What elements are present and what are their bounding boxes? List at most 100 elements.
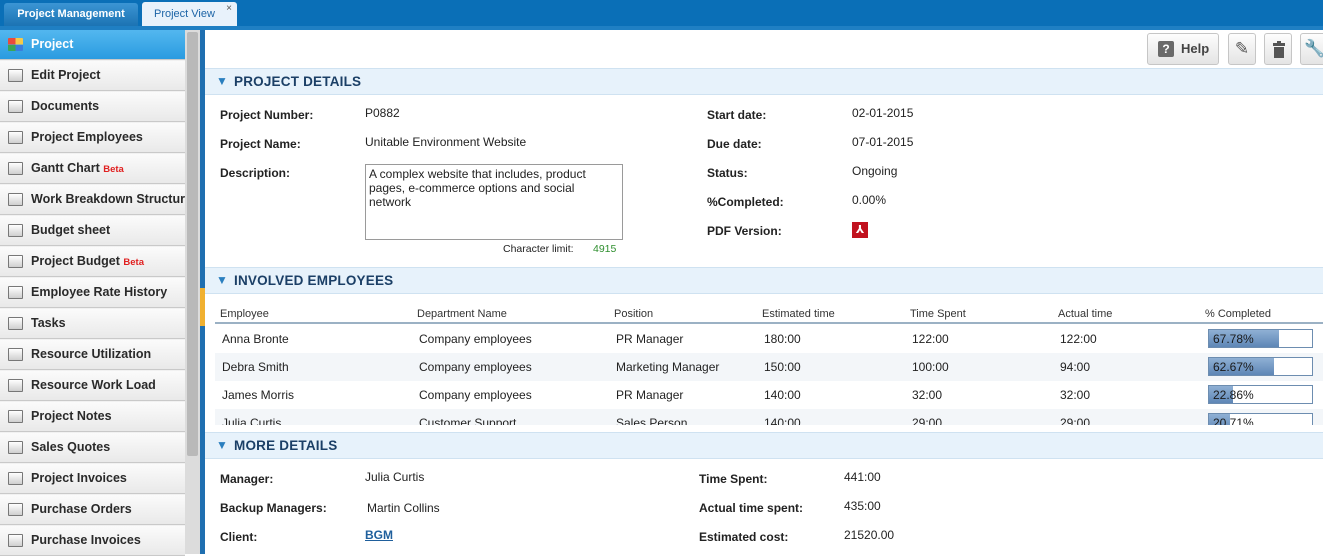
section-project-details[interactable]: ▼ PROJECT DETAILS [205, 68, 1323, 95]
table-row[interactable]: James Morris Company employees PR Manage… [215, 381, 1323, 409]
client-link[interactable]: BGM [365, 528, 393, 542]
sidebar-item-label: Work Breakdown Structure [31, 192, 185, 206]
cell-position: PR Manager [616, 388, 684, 402]
beta-badge: Beta [123, 257, 144, 268]
table-row[interactable]: Julia Curtis Customer Support Sales Pers… [215, 409, 1323, 425]
sidebar-item-tasks[interactable]: Tasks [0, 309, 185, 339]
spreadsheet-icon [8, 224, 23, 237]
cell-department: Company employees [419, 360, 532, 374]
invoice-icon [8, 472, 23, 485]
wrench-icon: 🔧 [1304, 39, 1323, 58]
tools-button[interactable]: 🔧 [1300, 33, 1323, 65]
edit-icon [8, 69, 23, 82]
delete-button[interactable] [1264, 33, 1292, 65]
truck-icon [8, 503, 23, 516]
char-limit-value: 4915 [593, 243, 617, 255]
sidebar-item-label: Resource Utilization [31, 347, 152, 361]
sidebar-item-budget-sheet[interactable]: Budget sheet [0, 216, 185, 246]
table-row[interactable]: Anna Bronte Company employees PR Manager… [215, 325, 1323, 353]
col-actual-time[interactable]: Actual time [1058, 308, 1112, 320]
sidebar-item-purchase-invoices[interactable]: Purchase Invoices [0, 526, 185, 556]
hierarchy-icon [8, 193, 23, 206]
progress-text: 67.78% [1213, 332, 1254, 346]
due-date-value: 07-01-2015 [852, 135, 914, 149]
client-label: Client: [220, 530, 258, 544]
tasks-icon [8, 317, 23, 330]
table-row[interactable]: Debra Smith Company employees Marketing … [215, 353, 1323, 381]
sidebar-item-edit-project[interactable]: Edit Project [0, 61, 185, 91]
chevron-down-icon: ▼ [216, 273, 228, 287]
section-involved-employees[interactable]: ▼ INVOLVED EMPLOYEES [205, 267, 1323, 294]
help-icon: ? [1158, 41, 1174, 57]
col-time-spent[interactable]: Time Spent [910, 308, 966, 320]
sidebar-scroll-thumb[interactable] [187, 32, 198, 456]
col-completed[interactable]: % Completed [1205, 308, 1271, 320]
project-number-label: Project Number: [220, 108, 314, 122]
cell-employee: Anna Bronte [222, 332, 289, 346]
help-button[interactable]: ? Help [1147, 33, 1219, 65]
cell-actual: 29:00 [1060, 416, 1091, 425]
sidebar-item-project-notes[interactable]: Project Notes [0, 402, 185, 432]
section-more-details[interactable]: ▼ MORE DETAILS [205, 432, 1323, 459]
sidebar-item-label: Purchase Invoices [31, 533, 141, 547]
cell-actual: 94:00 [1060, 360, 1091, 374]
pdf-version-label: PDF Version: [707, 224, 782, 238]
sidebar-item-project-employees[interactable]: Project Employees [0, 123, 185, 153]
sidebar-item-label: Sales Quotes [31, 440, 111, 454]
sidebar-item-sales-quotes[interactable]: Sales Quotes [0, 433, 185, 463]
sidebar-item-label: Project Notes [31, 409, 112, 423]
sidebar-item-work-breakdown-structure[interactable]: Work Breakdown Structure [0, 185, 185, 215]
cell-department: Company employees [419, 388, 532, 402]
col-position[interactable]: Position [614, 308, 653, 320]
time-spent-value: 441:00 [844, 470, 881, 484]
cell-spent: 29:00 [912, 416, 943, 425]
actual-time-spent-value: 435:00 [844, 499, 881, 513]
sidebar-item-label: Tasks [31, 316, 66, 330]
people-icon [8, 131, 23, 144]
project-icon [8, 38, 23, 51]
project-name-label: Project Name: [220, 137, 301, 151]
sidebar-item-gantt-chart[interactable]: Gantt Chart Beta [0, 154, 185, 184]
edit-button[interactable]: ✎ [1228, 33, 1256, 65]
manager-value: Julia Curtis [365, 470, 425, 484]
description-textarea[interactable]: A complex website that includes, product… [365, 164, 623, 240]
main-panel: ? Help ✎ 🔧 ▼ PROJECT DETAILS Project Num… [205, 30, 1323, 554]
completed-value: 0.00% [852, 193, 887, 207]
sidebar-item-project[interactable]: Project [0, 30, 185, 60]
tab-project-management[interactable]: Project Management [4, 3, 138, 26]
sidebar-item-documents[interactable]: Documents [0, 92, 185, 122]
cell-position: PR Manager [616, 332, 684, 346]
backup-managers-label: Backup Managers: [220, 501, 327, 515]
resource-icon [8, 348, 23, 361]
employees-table-body: Anna Bronte Company employees PR Manager… [215, 325, 1323, 425]
sidebar-item-resource-utilization[interactable]: Resource Utilization [0, 340, 185, 370]
start-date-label: Start date: [707, 108, 767, 122]
quotes-icon [8, 441, 23, 454]
sidebar-item-purchase-orders[interactable]: Purchase Orders [0, 495, 185, 525]
sidebar: Project Edit Project Documents Project E… [0, 30, 200, 556]
cell-spent: 32:00 [912, 388, 943, 402]
progress-bar: 22.86% [1208, 385, 1313, 404]
col-employee[interactable]: Employee [220, 308, 269, 320]
cell-position: Marketing Manager [616, 360, 720, 374]
pdf-icon[interactable]: ⅄ [852, 222, 868, 238]
sidebar-item-label: Purchase Orders [31, 502, 132, 516]
window-icon [8, 286, 23, 299]
sidebar-item-project-invoices[interactable]: Project Invoices [0, 464, 185, 494]
estimated-cost-value: 21520.00 [844, 528, 895, 542]
completed-label: %Completed: [707, 195, 784, 209]
sidebar-item-label: Employee Rate History [31, 285, 168, 299]
tab-project-view-label: Project View [154, 8, 215, 20]
beta-badge: Beta [103, 164, 124, 175]
col-estimated-time[interactable]: Estimated time [762, 308, 835, 320]
sidebar-item-resource-work-load[interactable]: Resource Work Load [0, 371, 185, 401]
sidebar-item-project-budget[interactable]: Project Budget Beta [0, 247, 185, 277]
close-icon[interactable]: × [226, 0, 232, 21]
col-department[interactable]: Department Name [417, 308, 507, 320]
time-spent-label: Time Spent: [699, 472, 768, 486]
cell-employee: Julia Curtis [222, 416, 282, 425]
cell-department: Company employees [419, 332, 532, 346]
sidebar-item-employee-rate-history[interactable]: Employee Rate History [0, 278, 185, 308]
sidebar-item-label: Budget sheet [31, 223, 111, 237]
cell-position: Sales Person [616, 416, 688, 425]
